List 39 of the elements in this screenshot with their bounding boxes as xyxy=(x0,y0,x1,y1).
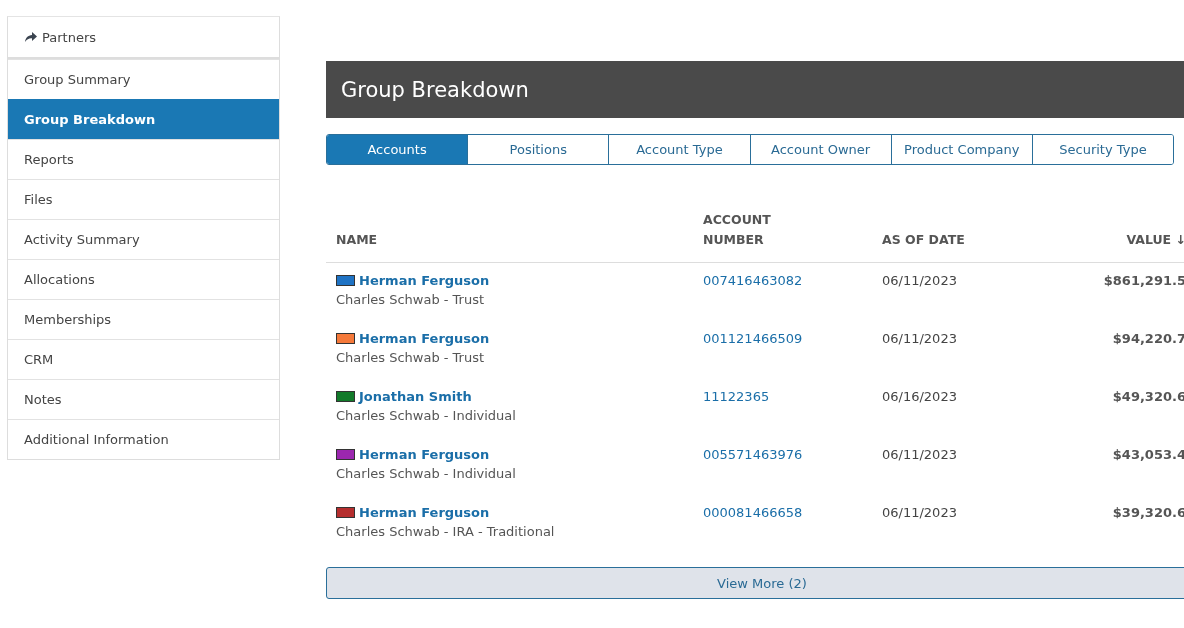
tab[interactable]: Accounts xyxy=(327,135,468,164)
sidebar-item[interactable]: Notes xyxy=(8,379,279,419)
account-name-link[interactable]: Herman Ferguson xyxy=(359,447,490,462)
sidebar-item[interactable]: Additional Information xyxy=(8,419,279,459)
account-name-link[interactable]: Herman Ferguson xyxy=(359,331,490,346)
column-header[interactable]: AS OF DATE xyxy=(882,230,1032,250)
account-detail: Charles Schwab - Trust xyxy=(336,350,486,365)
account-detail: Charles Schwab - Trust xyxy=(336,292,486,307)
column-header[interactable]: ACCOUNT NUMBER xyxy=(703,210,833,250)
account-detail: Charles Schwab - IRA - Traditional xyxy=(336,524,556,539)
section-title: Group Breakdown xyxy=(341,77,529,102)
account-detail: Charles Schwab - Individual xyxy=(336,408,517,423)
sidebar-item[interactable]: Activity Summary xyxy=(8,219,279,259)
view-more-button[interactable]: View More (2) xyxy=(326,567,1184,599)
sidebar-item[interactable]: Files xyxy=(8,179,279,219)
account-number-link[interactable]: 11122365 xyxy=(703,389,770,404)
column-header[interactable]: VALUE ↓ xyxy=(1032,230,1184,250)
account-detail: Charles Schwab - Individual xyxy=(336,466,517,481)
account-number-link[interactable]: 000081466658 xyxy=(703,505,803,520)
date-text: 06/16/2023 xyxy=(882,389,957,404)
tab[interactable]: Security Type xyxy=(1031,135,1173,164)
column-header[interactable]: NAME xyxy=(326,230,703,250)
account-name-link[interactable]: Herman Ferguson xyxy=(359,505,490,520)
account-number-link[interactable]: 005571463976 xyxy=(703,447,803,462)
share-arrow-icon xyxy=(25,31,37,43)
sidebar-item[interactable]: Group Breakdown xyxy=(8,99,279,139)
sidebar-item[interactable]: CRM xyxy=(8,339,279,379)
date-text: 06/11/2023 xyxy=(882,331,957,346)
account-number-link[interactable]: 001121466509 xyxy=(703,331,803,346)
date-text: 06/11/2023 xyxy=(882,273,957,288)
sidebar-item[interactable]: Memberships xyxy=(8,299,279,339)
sidebar-item[interactable]: Reports xyxy=(8,139,279,179)
account-number-link[interactable]: 007416463082 xyxy=(703,273,803,288)
partners-link[interactable]: Partners xyxy=(8,17,279,59)
date-text: 06/11/2023 xyxy=(882,505,957,520)
account-name-link[interactable]: Herman Ferguson xyxy=(359,273,490,288)
sidebar-item[interactable]: Allocations xyxy=(8,259,279,299)
account-name-link[interactable]: Jonathan Smith xyxy=(359,389,472,404)
date-text: 06/11/2023 xyxy=(882,447,957,462)
